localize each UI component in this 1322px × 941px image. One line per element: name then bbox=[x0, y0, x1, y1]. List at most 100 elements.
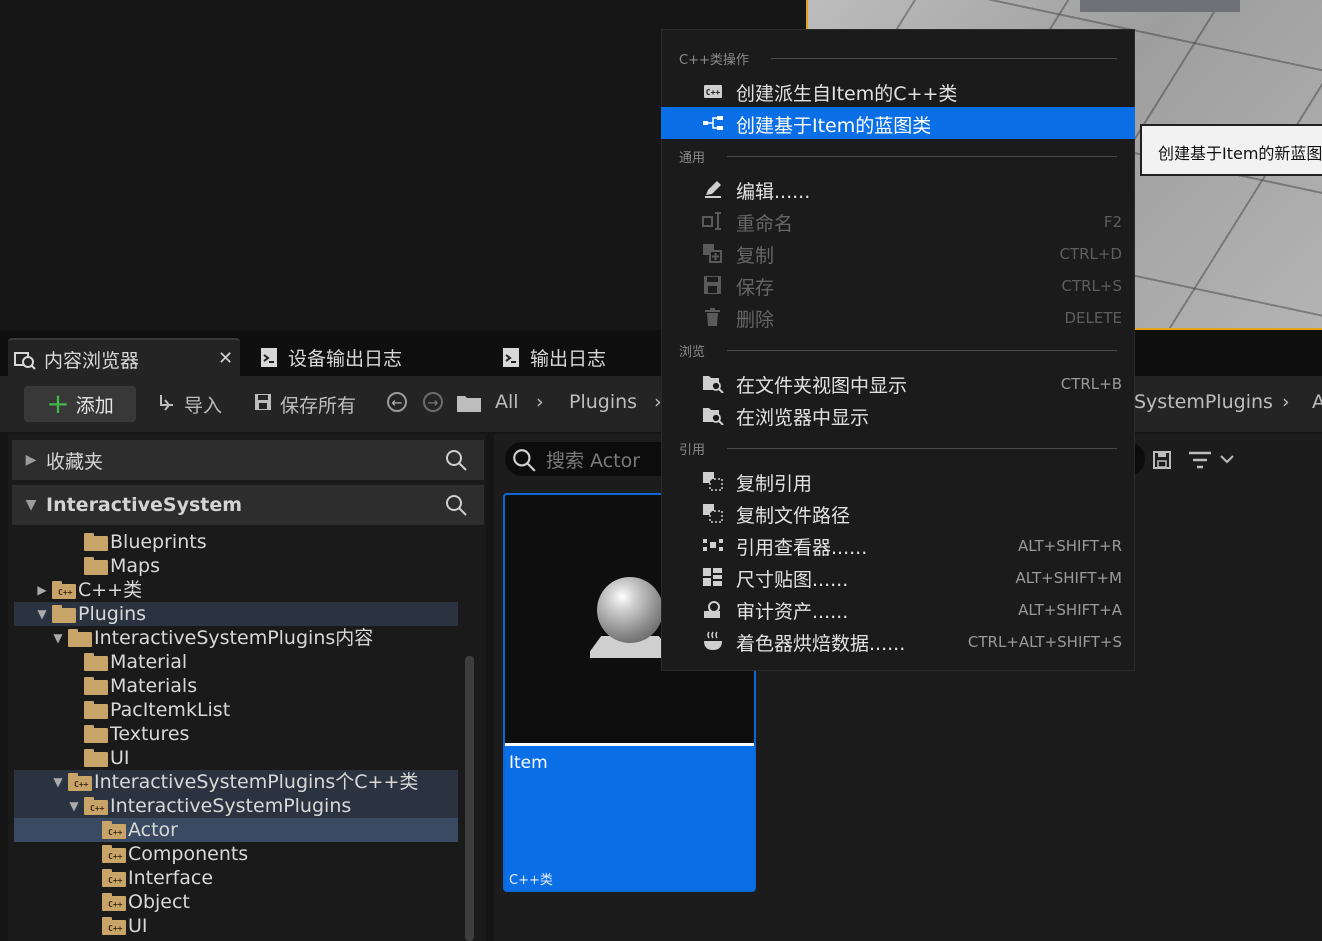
menu-item-audit-assets[interactable]: 审计资产...... ALT+SHIFT+A bbox=[661, 593, 1135, 625]
tree-item-actor[interactable]: C++ Actor bbox=[102, 818, 178, 842]
content-browser-icon bbox=[14, 348, 36, 370]
copy-path-icon bbox=[702, 503, 724, 523]
menu-section-header: 引用 bbox=[679, 439, 1117, 458]
asset-type: C++类 bbox=[509, 873, 553, 888]
tree-item-textures[interactable]: Textures bbox=[84, 722, 189, 746]
tree-item-label: Object bbox=[128, 891, 190, 913]
menu-item-reference-viewer[interactable]: 引用查看器...... ALT+SHIFT+R bbox=[661, 529, 1135, 561]
folder-icon bbox=[456, 393, 482, 418]
import-icon bbox=[156, 391, 178, 414]
breadcrumb-systemplugins[interactable]: SystemPlugins bbox=[1134, 391, 1273, 413]
tree-item-plugin-module[interactable]: ▼ C++ InteractiveSystemPlugins bbox=[66, 794, 351, 818]
tree-item-ui-cpp[interactable]: C++ UI bbox=[102, 914, 148, 938]
show-in-explorer-icon bbox=[702, 405, 724, 426]
chevron-down-icon[interactable] bbox=[1218, 450, 1236, 472]
menu-item-create-cpp-class[interactable]: C++ 创建派生自Item的C++类 bbox=[661, 75, 1135, 107]
save-all-button[interactable]: 保存所有 bbox=[280, 391, 356, 418]
collapse-arrow-icon[interactable]: ▼ bbox=[34, 602, 50, 626]
menu-item-delete[interactable]: 删除 DELETE bbox=[661, 301, 1135, 333]
tree-item-label: Material bbox=[110, 651, 188, 673]
size-map-icon bbox=[702, 567, 724, 587]
reference-viewer-icon bbox=[702, 535, 724, 555]
open-folder-icon bbox=[52, 605, 76, 623]
shader-cook-icon bbox=[702, 631, 724, 651]
expand-arrow-icon[interactable]: ▶ bbox=[34, 578, 50, 602]
menu-item-create-blueprint-class[interactable]: 创建基于Item的蓝图类 bbox=[661, 107, 1135, 139]
cpp-folder-icon: C++ bbox=[102, 869, 126, 887]
tree-scrollbar[interactable] bbox=[465, 656, 474, 941]
menu-item-show-in-folder[interactable]: 在文件夹视图中显示 CTRL+B bbox=[661, 367, 1135, 399]
menu-item-rename[interactable]: 重命名 F2 bbox=[661, 205, 1135, 237]
folder-icon bbox=[84, 677, 108, 695]
tree-item-label: Actor bbox=[128, 819, 178, 841]
tooltip: 创建基于Item的新蓝图 bbox=[1140, 124, 1322, 176]
tree-item-interface[interactable]: C++ Interface bbox=[102, 866, 213, 890]
tab-label: 内容浏览器 bbox=[44, 349, 140, 372]
tree-item-plugin-content[interactable]: ▼ InteractiveSystemPlugins内容 bbox=[50, 626, 373, 650]
folder-icon bbox=[84, 653, 108, 671]
tree-item-blueprints[interactable]: Blueprints bbox=[84, 530, 207, 554]
menu-item-edit[interactable]: 编辑...... bbox=[661, 173, 1135, 205]
tree-item-label: Interface bbox=[128, 867, 214, 889]
tab-label: 输出日志 bbox=[530, 347, 607, 370]
filter-icon[interactable] bbox=[1188, 450, 1212, 474]
collapse-arrow-icon: ▼ bbox=[25, 497, 37, 513]
tree-item-object[interactable]: C++ Object bbox=[102, 890, 190, 914]
cpp-folder-icon: C++ bbox=[84, 797, 108, 815]
cpp-folder-icon: C++ bbox=[52, 581, 76, 599]
collapse-arrow-icon[interactable]: ▼ bbox=[50, 626, 66, 650]
menu-item-copy-reference[interactable]: 复制引用 bbox=[661, 465, 1135, 497]
breadcrumb-plugins[interactable]: Plugins bbox=[569, 391, 637, 413]
back-icon[interactable]: ← bbox=[387, 392, 407, 412]
tab-output-log[interactable]: 输出日志 bbox=[494, 338, 606, 376]
tree-item-components[interactable]: C++ Components bbox=[102, 842, 248, 866]
folder-icon bbox=[84, 557, 108, 575]
chevron-right-icon: › bbox=[536, 391, 544, 413]
tree-item-label: InteractiveSystemPlugins内容 bbox=[94, 627, 374, 649]
menu-section-header: C++类操作 bbox=[679, 49, 1117, 68]
save-search-icon[interactable] bbox=[1152, 450, 1172, 474]
menu-item-duplicate[interactable]: 复制 CTRL+D bbox=[661, 237, 1135, 269]
tab-device-output-log[interactable]: 设备输出日志 bbox=[252, 338, 402, 376]
menu-item-save[interactable]: 保存 CTRL+S bbox=[661, 269, 1135, 301]
tab-content-browser[interactable]: 内容浏览器 ✕ bbox=[8, 338, 240, 378]
breadcrumb-all[interactable]: All bbox=[495, 391, 519, 413]
collapse-arrow-icon[interactable]: ▼ bbox=[50, 770, 66, 794]
tree-item-ui[interactable]: UI bbox=[84, 746, 130, 770]
tree-item-maps[interactable]: Maps bbox=[84, 554, 160, 578]
search-icon bbox=[511, 447, 537, 477]
show-in-folder-icon bbox=[702, 373, 724, 394]
tree-item-label: InteractiveSystemPlugins bbox=[110, 795, 352, 817]
import-button[interactable]: 导入 bbox=[184, 391, 222, 418]
menu-item-copy-path[interactable]: 复制文件路径 bbox=[661, 497, 1135, 529]
project-section-header[interactable]: ▼ InteractiveSystem bbox=[12, 485, 484, 525]
tree-item-pacitemklist[interactable]: PacItemkList bbox=[84, 698, 230, 722]
tree-item-materials[interactable]: Materials bbox=[84, 674, 197, 698]
menu-item-shader-cook-stats[interactable]: 着色器烘焙数据...... CTRL+ALT+SHIFT+S bbox=[661, 625, 1135, 657]
tree-item-plugins[interactable]: ▼ Plugins bbox=[34, 602, 146, 626]
forward-icon[interactable]: → bbox=[423, 392, 443, 412]
tree-item-label: Blueprints bbox=[110, 531, 207, 553]
menu-section-header: 浏览 bbox=[679, 341, 1117, 360]
tree-item-cpp-classes[interactable]: ▶ C++ C++类 bbox=[34, 578, 142, 602]
tree-item-material[interactable]: Material bbox=[84, 650, 187, 674]
search-icon[interactable] bbox=[444, 448, 468, 477]
menu-item-show-in-explorer[interactable]: 在浏览器中显示 bbox=[661, 399, 1135, 431]
tree-item-label: Plugins bbox=[78, 603, 147, 625]
collapse-arrow-icon[interactable]: ▼ bbox=[66, 794, 82, 818]
folder-icon bbox=[84, 701, 108, 719]
folder-icon bbox=[84, 725, 108, 743]
edit-icon bbox=[702, 179, 724, 199]
breadcrumb-more[interactable]: A bbox=[1312, 391, 1322, 413]
tree-item-label: C++类 bbox=[78, 579, 143, 601]
tree-item-label: UI bbox=[110, 747, 130, 769]
tree-item-label: UI bbox=[128, 915, 148, 937]
search-icon[interactable] bbox=[444, 493, 468, 522]
favorites-section-header[interactable]: ▶ 收藏夹 bbox=[12, 440, 484, 480]
log-icon bbox=[258, 346, 280, 368]
menu-item-size-map[interactable]: 尺寸贴图...... ALT+SHIFT+M bbox=[661, 561, 1135, 593]
rename-icon bbox=[702, 211, 724, 231]
add-button[interactable]: + 添加 bbox=[24, 386, 136, 422]
tree-item-plugin-cpp[interactable]: ▼ C++ InteractiveSystemPlugins个C++类 bbox=[50, 770, 418, 794]
close-icon[interactable]: ✕ bbox=[218, 348, 233, 369]
